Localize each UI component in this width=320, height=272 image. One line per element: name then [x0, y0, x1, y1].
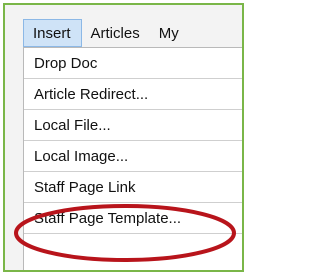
menu-item-staff-page-template[interactable]: Staff Page Template...: [24, 203, 242, 234]
menu-item-drop-doc[interactable]: Drop Doc: [24, 48, 242, 79]
menu-articles[interactable]: Articles: [82, 19, 150, 47]
menu-bar: Insert Articles My: [23, 19, 242, 47]
menu-item-staff-page-link[interactable]: Staff Page Link: [24, 172, 242, 203]
menu-my[interactable]: My: [150, 19, 189, 47]
menu-item-local-file[interactable]: Local File...: [24, 110, 242, 141]
menu-item-local-image[interactable]: Local Image...: [24, 141, 242, 172]
window-frame: Insert Articles My Drop Doc Article Redi…: [3, 3, 244, 272]
menu-spacer: [24, 234, 242, 265]
menu-insert[interactable]: Insert: [23, 19, 82, 47]
menu-item-article-redirect[interactable]: Article Redirect...: [24, 79, 242, 110]
insert-dropdown-menu: Drop Doc Article Redirect... Local File.…: [23, 47, 242, 270]
